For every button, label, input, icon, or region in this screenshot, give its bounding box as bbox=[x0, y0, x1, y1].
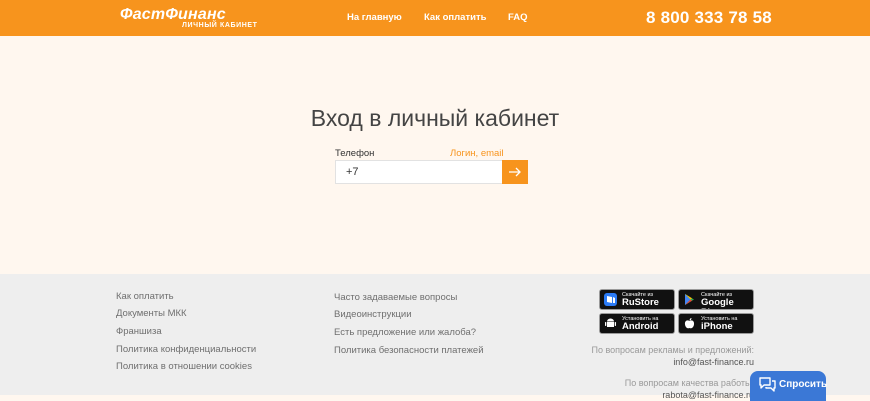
quality-email-link[interactable]: rabota@fast-finance.ru bbox=[662, 390, 754, 400]
google-play-badge[interactable]: Скачайте из Google Play bbox=[678, 289, 754, 310]
footer-link-privacy[interactable]: Политика конфиденциальности bbox=[116, 344, 256, 355]
iphone-badge[interactable]: Установить на iPhone bbox=[678, 313, 754, 334]
footer-link-cookies[interactable]: Политика в отношении cookies bbox=[116, 361, 252, 372]
phone-label: Телефон bbox=[335, 148, 375, 159]
footer-link-feedback[interactable]: Есть предложение или жалоба? bbox=[334, 327, 476, 338]
android-badge[interactable]: Установить на Android bbox=[599, 313, 675, 334]
arrow-right-icon bbox=[509, 167, 521, 177]
footer-link-how-to-pay[interactable]: Как оплатить bbox=[116, 291, 174, 302]
footer-link-documents[interactable]: Документы МКК bbox=[116, 308, 187, 319]
iphone-label: iPhone bbox=[701, 321, 733, 332]
chat-bubbles-icon bbox=[759, 377, 776, 392]
rustore-label: RuStore bbox=[622, 297, 659, 308]
footer-link-faq[interactable]: Часто задаваемые вопросы bbox=[334, 292, 457, 303]
ads-contact-text: По вопросам рекламы и предложений: bbox=[591, 345, 754, 355]
nav-home-link[interactable]: На главную bbox=[347, 12, 402, 23]
submit-button[interactable] bbox=[502, 160, 528, 184]
logo-subtitle: ЛИЧНЫЙ КАБИНЕТ bbox=[182, 22, 258, 29]
google-play-icon bbox=[685, 294, 694, 305]
nav-how-to-pay-link[interactable]: Как оплатить bbox=[424, 12, 486, 23]
android-label: Android bbox=[622, 321, 659, 332]
phone-input[interactable] bbox=[335, 160, 503, 184]
footer-link-video[interactable]: Видеоинструкции bbox=[334, 309, 412, 320]
rustore-icon bbox=[604, 293, 617, 306]
ads-email-link[interactable]: info@fast-finance.ru bbox=[673, 357, 754, 367]
google-play-label: Google Play bbox=[701, 297, 734, 310]
logo[interactable]: ФастФинанс ЛИЧНЫЙ КАБИНЕТ bbox=[120, 6, 257, 29]
login-email-link[interactable]: Логин, email bbox=[450, 148, 504, 159]
page-title: Вход в личный кабинет bbox=[310, 105, 560, 131]
android-icon bbox=[605, 318, 616, 327]
rustore-badge[interactable]: Скачайте из RuStore bbox=[599, 289, 675, 310]
ask-chat-label: Спросить bbox=[779, 379, 828, 390]
apple-icon bbox=[684, 318, 695, 329]
quality-contact-text: По вопросам качества работы: bbox=[624, 378, 754, 388]
footer-link-franchise[interactable]: Франшиза bbox=[116, 326, 162, 337]
footer-link-payment-security[interactable]: Политика безопасности платежей bbox=[334, 345, 484, 356]
ask-chat-button[interactable]: Спросить bbox=[750, 371, 828, 401]
nav-faq-link[interactable]: FAQ bbox=[508, 12, 528, 23]
hotline-phone[interactable]: 8 800 333 78 58 bbox=[646, 8, 772, 28]
header: ФастФинанс ЛИЧНЫЙ КАБИНЕТ На главную Как… bbox=[0, 0, 870, 36]
